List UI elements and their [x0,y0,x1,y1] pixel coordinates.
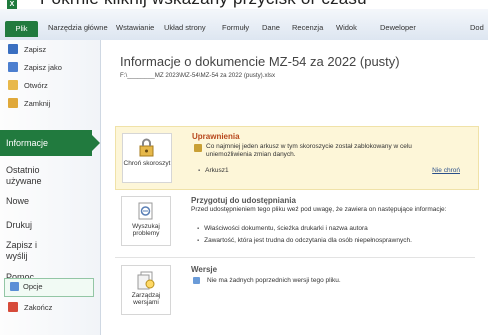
permissions-text: Co najmniej jeden arkusz w tym skoroszyc… [206,143,412,158]
protected-sheet-item: Arkusz1 [198,167,228,174]
sidebar-item-new[interactable]: Nowe [6,196,29,207]
active-pointer [92,135,100,151]
backstage-sidebar: Zapisz Zapisz jako Otwórz Zamknij Inform… [0,40,101,335]
save-icon [8,44,18,54]
tab-formulas[interactable]: Formuły [222,23,249,32]
prepare-item: Właściwości dokumentu, ścieżka drukarki … [197,225,368,232]
excel-icon: X [7,0,17,9]
sidebar-item-label: Zapisz [24,45,47,54]
inspect-document-icon [135,201,157,221]
check-for-issues-button[interactable]: Wyszukaj problemy [121,196,171,246]
protect-workbook-label: Chroń skoroszyt [123,160,171,167]
folder-close-icon [8,98,18,108]
ribbon-tab-bar: Plik Narzędzia główne Wstawianie Układ s… [0,9,488,41]
sidebar-item-label: Otwórz [24,81,48,90]
exit-icon [8,302,18,312]
check-for-issues-label: Wyszukaj problemy [132,223,160,237]
folder-open-icon [8,80,18,90]
version-small-icon [193,277,200,284]
sidebar-item-label: Zakończ [24,303,53,312]
permissions-section: Chroń skoroszyt Uprawnienia Co najmniej … [115,126,479,190]
sidebar-item-label: Opcje [23,282,43,291]
lock-small-icon [194,144,202,152]
sidebar-item-save-send[interactable]: Zapisz i wyślij [6,240,46,262]
options-icon [10,282,19,291]
sidebar-item-label: Informacje [6,138,49,148]
versions-heading: Wersje [191,265,218,274]
manage-versions-label: Zarządzaj wersjami [131,292,161,306]
tab-review[interactable]: Recenzja [292,23,323,32]
tab-home[interactable]: Narzędzia główne [48,23,108,32]
sidebar-item-label: Zamknij [24,99,51,108]
tab-view[interactable]: Widok [336,23,357,32]
sidebar-item-print[interactable]: Drukuj [6,220,32,231]
info-pane: Informacje o dokumencie MZ-54 za 2022 (p… [101,40,488,335]
sidebar-item-options[interactable]: Opcje [4,278,94,297]
permissions-heading: Uprawnienia [192,132,240,141]
save-as-icon [8,62,18,72]
prepare-text: Przed udostępnieniem tego pliku weź pod … [191,206,447,213]
tab-file[interactable]: Plik [5,21,38,37]
prepare-item: Zawartość, która jest trudna do odczytan… [197,237,412,244]
protect-workbook-button[interactable]: Chroń skoroszyt [122,133,172,183]
sidebar-item-recent[interactable]: Ostatnio używane [6,165,66,187]
lock-key-icon [136,138,158,158]
caption-text: Pokrnie kliknij wskazany przycisk or cza… [40,0,367,9]
tab-data[interactable]: Dane [262,23,280,32]
versions-text: Nie ma żadnych poprzednich wersji tego p… [207,277,341,284]
tab-insert[interactable]: Wstawianie [116,23,154,32]
file-path: F:\________MZ 2023\MZ-54\MZ-54 za 2022 (… [120,72,276,79]
manage-versions-button[interactable]: Zarządzaj wersjami [121,265,171,315]
unprotect-link[interactable]: Nie chroń [432,167,460,174]
versions-icon [135,270,157,290]
tab-addins[interactable]: Dod [470,23,484,32]
tab-page-layout[interactable]: Układ strony [164,23,206,32]
prepare-sharing-section: Wyszukaj problemy Przygotuj do udostępni… [115,196,488,262]
caption-strip: Pokrnie kliknij wskazany przycisk or cza… [0,0,488,9]
divider [115,257,475,258]
page-title: Informacje o dokumencie MZ-54 za 2022 (p… [120,54,400,69]
tab-developer[interactable]: Deweloper [380,23,416,32]
prepare-heading: Przygotuj do udostępniania [191,196,296,205]
sidebar-item-info[interactable]: Informacje [0,130,100,156]
sidebar-item-label: Zapisz jako [24,63,62,72]
versions-section: Zarządzaj wersjami Wersje Nie ma żadnych… [115,265,488,331]
